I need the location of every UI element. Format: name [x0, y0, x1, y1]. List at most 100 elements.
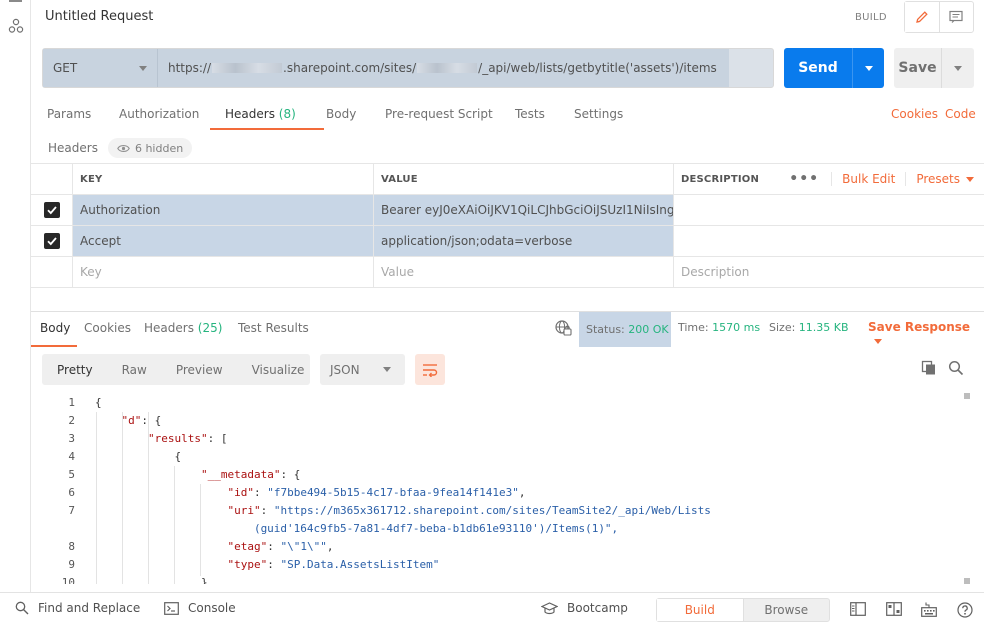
code-text: },	[95, 576, 215, 584]
tab-body[interactable]: Body	[326, 107, 356, 121]
two-pane-view-icon[interactable]	[850, 602, 866, 616]
send-options-button[interactable]	[853, 48, 884, 88]
table-row-new[interactable]: Key Value Description	[31, 257, 984, 288]
response-size[interactable]: Size: 11.35 KB	[769, 321, 849, 334]
find-replace-button[interactable]: Find and Replace	[15, 601, 140, 615]
url-prefix: https://	[168, 61, 212, 75]
keyboard-shortcuts-icon[interactable]	[921, 602, 937, 617]
tab-test-results[interactable]: Test Results	[238, 321, 309, 335]
tab-tests[interactable]: Tests	[515, 107, 545, 121]
bootcamp-label: Bootcamp	[567, 601, 628, 615]
tab-settings[interactable]: Settings	[574, 107, 623, 121]
row-checkbox-cell	[31, 195, 72, 225]
wrap-icon	[423, 363, 438, 377]
response-tabs: Body Cookies Headers (25) Test Results S…	[31, 312, 984, 348]
tab-response-headers[interactable]: Headers (25)	[144, 321, 222, 335]
browse-option[interactable]: Browse	[744, 599, 830, 621]
tab-response-body[interactable]: Body	[40, 321, 70, 335]
method-select[interactable]: GET	[43, 49, 158, 87]
code-text: {	[95, 396, 102, 409]
console-icon	[164, 601, 179, 615]
response-body-viewer[interactable]: 1 {2 "d": {3 "results": [4 {5 "__metadata…	[31, 393, 966, 584]
view-mode-segment: Pretty Raw Preview Visualize	[42, 354, 310, 385]
bulk-edit-link[interactable]: Bulk Edit	[831, 172, 905, 186]
tab-response-cookies[interactable]: Cookies	[84, 321, 131, 335]
table-row[interactable]: Accept application/json;odata=verbose	[31, 226, 984, 257]
send-label: Send	[784, 48, 853, 88]
save-options-button[interactable]	[942, 48, 974, 88]
line-number: 2	[68, 414, 75, 427]
graduation-cap-icon	[541, 601, 558, 614]
response-time[interactable]: Time: 1570 ms	[678, 321, 760, 334]
new-value-input[interactable]: Value	[373, 257, 673, 287]
url-input[interactable]: https:// .sharepoint.com/sites/ /_api/web/…	[158, 49, 729, 87]
split-layout-icon[interactable]	[886, 602, 902, 616]
send-button[interactable]: Send	[784, 48, 884, 88]
view-preview[interactable]: Preview	[176, 363, 223, 377]
scroll-down-arrow[interactable]	[964, 578, 970, 584]
hidden-headers-toggle[interactable]: 6 hidden	[107, 138, 193, 158]
copy-icon[interactable]	[921, 360, 937, 376]
row-enabled-checkbox[interactable]	[43, 233, 60, 249]
line-number: 9	[68, 558, 75, 571]
code-scrollbar[interactable]	[963, 393, 971, 584]
presets-dropdown[interactable]: Presets	[905, 172, 984, 186]
save-button[interactable]: Save	[894, 48, 974, 88]
code-text: "id": "f7bbe494-5b15-4c17-bfaa-9fea14f14…	[227, 486, 526, 499]
header-value-cell[interactable]: Bearer eyJ0eXAiOiJKV1QiLCJhbGciOiJSUzI1N…	[373, 195, 673, 225]
active-tab-indicator	[210, 128, 324, 130]
view-pretty[interactable]: Pretty	[57, 363, 93, 377]
header-value-cell[interactable]: application/json;odata=verbose	[373, 226, 673, 256]
search-icon[interactable]	[948, 360, 964, 376]
header-checkbox-col	[31, 164, 72, 194]
chevron-down-icon	[864, 65, 873, 71]
more-options-icon[interactable]: •••	[789, 171, 819, 187]
request-title[interactable]: Untitled Request	[45, 9, 153, 24]
view-mode-switch	[904, 1, 974, 33]
edit-mode-button[interactable]	[905, 2, 940, 32]
comments-button[interactable]	[940, 2, 974, 32]
status-label: Status:	[586, 323, 625, 336]
row-enabled-checkbox[interactable]	[43, 202, 60, 218]
tab-headers[interactable]: Headers (8)	[225, 107, 296, 121]
header-key-cell[interactable]: Authorization	[72, 195, 373, 225]
description-label: DESCRIPTION	[681, 173, 760, 185]
response-status[interactable]: Status: 200 OK	[579, 312, 671, 347]
header-description-cell[interactable]	[673, 226, 984, 256]
new-description-input[interactable]: Description	[673, 257, 984, 287]
code-text: (guid'164c9fb5-7a81-4df7-beba-b1db61e931…	[95, 522, 619, 535]
console-button[interactable]: Console	[164, 601, 236, 615]
tab-pre-request-script[interactable]: Pre-request Script	[385, 107, 493, 121]
table-header-row: KEY VALUE DESCRIPTION ••• Bulk Edit Pres…	[31, 163, 984, 195]
environment-graph-icon[interactable]	[8, 18, 24, 34]
build-option[interactable]: Build	[657, 599, 744, 621]
tab-params[interactable]: Params	[47, 107, 91, 121]
cookies-link[interactable]: Cookies	[891, 107, 938, 121]
checkmark-icon	[46, 237, 57, 246]
table-row[interactable]: Authorization Bearer eyJ0eXAiOiJKV1QiLCJ…	[31, 195, 984, 226]
save-response-dropdown[interactable]: Save Response	[868, 320, 984, 348]
redacted-tenant	[212, 63, 283, 73]
table-tools: ••• Bulk Edit Presets	[789, 164, 984, 194]
network-globe-icon[interactable]	[554, 319, 572, 337]
header-key-cell[interactable]: Accept	[72, 226, 373, 256]
line-number: 4	[68, 450, 75, 463]
format-select[interactable]: JSON	[320, 354, 405, 385]
request-url-bar: GET https:// .sharepoint.com/sites/ /_api/…	[42, 48, 774, 88]
console-label: Console	[188, 601, 236, 615]
tab-authorization[interactable]: Authorization	[119, 107, 199, 121]
wrap-lines-button[interactable]	[415, 354, 445, 385]
code-link[interactable]: Code	[945, 107, 976, 121]
view-raw[interactable]: Raw	[122, 363, 147, 377]
scroll-up-arrow[interactable]	[964, 393, 970, 399]
header-description-cell[interactable]	[673, 195, 984, 225]
column-header-key: KEY	[72, 164, 373, 194]
new-key-input[interactable]: Key	[72, 257, 373, 287]
headers-section-label: Headers	[48, 141, 98, 155]
status-bar: Find and Replace Console Bootcamp Build …	[0, 592, 984, 625]
view-visualize[interactable]: Visualize	[252, 363, 305, 377]
row-checkbox-cell	[31, 226, 72, 256]
bootcamp-button[interactable]: Bootcamp	[541, 601, 628, 615]
help-icon[interactable]	[957, 602, 973, 618]
line-number: 5	[68, 468, 75, 481]
